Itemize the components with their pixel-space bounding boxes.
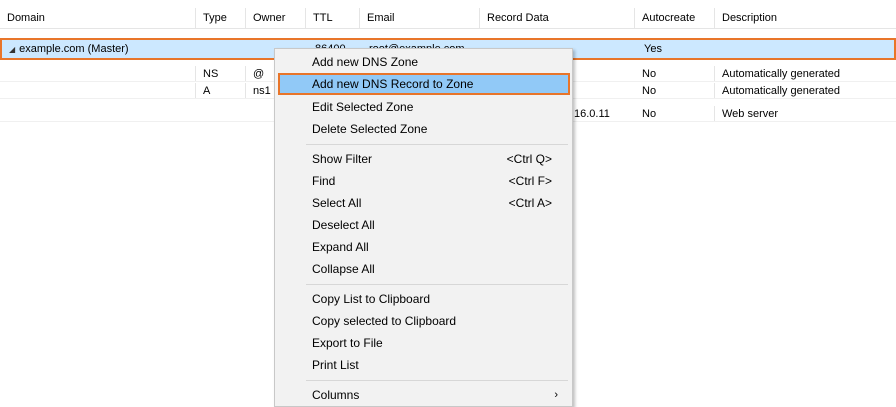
grid-header: Domain Type Owner TTL Email Record Data … [0,8,896,29]
record-description-cell: Web server [722,108,779,120]
column-header-owner[interactable]: Owner [246,8,306,28]
column-header-description[interactable]: Description [715,8,896,28]
column-header-type[interactable]: Type [196,8,246,28]
record-autocreate-cell: No [635,66,715,81]
column-header-record-data[interactable]: Record Data [480,8,635,28]
menu-separator [306,380,568,381]
menu-item-show-filter[interactable]: Show Filter <Ctrl Q> [278,148,570,170]
column-header-autocreate[interactable]: Autocreate [635,8,715,28]
menu-item-find[interactable]: Find <Ctrl F> [278,170,570,192]
menu-item-delete-zone[interactable]: Delete Selected Zone [278,118,570,140]
record-description-cell: Automatically generated [722,68,841,80]
menu-item-select-all[interactable]: Select All <Ctrl A> [278,192,570,214]
context-menu: Add new DNS Zone Add new DNS Record to Z… [274,48,573,407]
column-header-email[interactable]: Email [360,8,480,28]
record-autocreate-cell: No [635,106,715,121]
record-type-cell: A [196,83,246,98]
record-data-cell: 16.0.11 [574,108,610,120]
menu-item-copy-selected[interactable]: Copy selected to Clipboard [278,310,570,332]
submenu-chevron-right-icon: › [554,389,558,401]
menu-item-deselect-all[interactable]: Deselect All [278,214,570,236]
menu-separator [306,284,568,285]
menu-separator [306,144,568,145]
zone-domain-text: example.com (Master) [19,43,129,55]
menu-item-collapse-all[interactable]: Collapse All [278,258,570,280]
column-header-ttl[interactable]: TTL [306,8,360,28]
column-header-domain[interactable]: Domain [0,8,196,28]
record-domain-cell [0,83,196,98]
menu-item-print-list[interactable]: Print List [278,354,570,376]
menu-item-expand-all[interactable]: Expand All [278,236,570,258]
menu-item-add-record[interactable]: Add new DNS Record to Zone [278,73,570,95]
record-domain-cell [0,66,196,81]
record-autocreate-cell: No [635,83,715,98]
menu-item-export-file[interactable]: Export to File [278,332,570,354]
menu-item-columns[interactable]: Columns › [278,384,570,406]
menu-item-copy-list[interactable]: Copy List to Clipboard [278,288,570,310]
record-description-cell: Automatically generated [722,85,841,97]
menu-item-edit-zone[interactable]: Edit Selected Zone [278,96,570,118]
record-type-cell: NS [196,66,246,81]
collapse-triangle-icon[interactable]: ◢ [9,45,15,54]
menu-item-add-zone[interactable]: Add new DNS Zone [278,51,570,73]
zone-autocreate-cell: Yes [644,43,662,55]
zone-domain-cell: ◢ example.com (Master) [2,40,198,58]
